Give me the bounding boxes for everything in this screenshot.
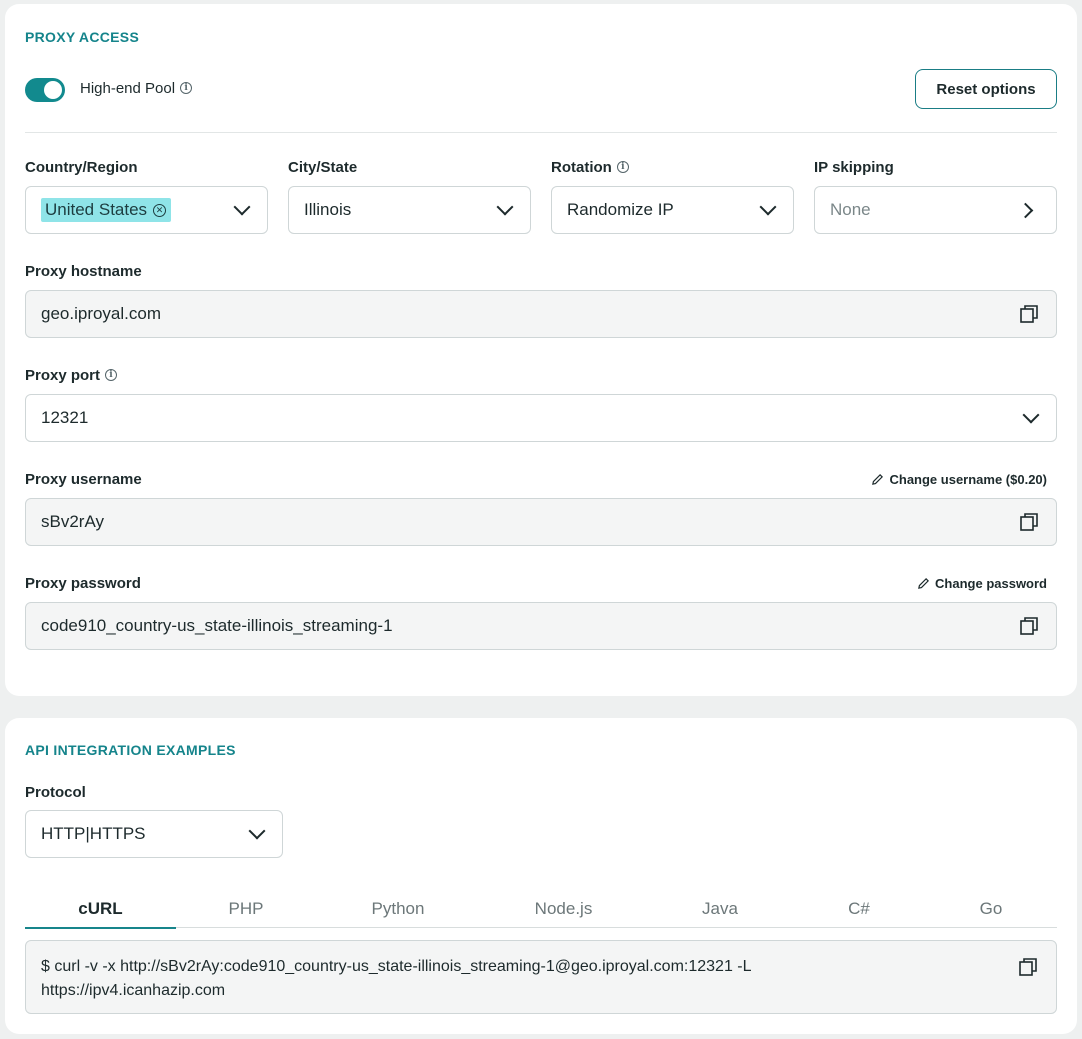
country-region-select[interactable]: United States ✕	[25, 186, 268, 234]
city-state-value: Illinois	[304, 200, 352, 219]
rotation-select[interactable]: Randomize IP	[551, 186, 794, 234]
high-end-pool-toggle[interactable]	[25, 78, 65, 102]
proxy-hostname-field[interactable]: geo.iproyal.com	[25, 290, 1057, 338]
proxy-port-label: Proxy port i	[25, 367, 118, 384]
rotation-label-text: Rotation	[551, 159, 612, 176]
high-end-pool-label: High-end Pool i	[80, 80, 193, 97]
change-password-link[interactable]: Change password	[917, 576, 1047, 591]
pencil-icon	[918, 578, 930, 589]
info-icon[interactable]: i	[616, 161, 629, 174]
rotation-label: Rotation i	[551, 159, 629, 176]
tab-go[interactable]: Go	[925, 890, 1057, 928]
tab-csharp[interactable]: C#	[793, 890, 925, 928]
code-language-tabs: cURL PHP Python Node.js Java C# Go	[25, 890, 1057, 929]
copy-icon[interactable]	[1019, 616, 1039, 636]
tab-nodejs[interactable]: Node.js	[480, 890, 647, 928]
rotation-value: Randomize IP	[567, 200, 674, 219]
proxy-username-label: Proxy username	[25, 471, 142, 488]
ip-skipping-placeholder: None	[830, 200, 871, 219]
protocol-label: Protocol	[25, 784, 86, 801]
proxy-port-select[interactable]: 12321	[25, 394, 1057, 442]
proxy-port-label-text: Proxy port	[25, 367, 101, 384]
copy-icon[interactable]	[1019, 512, 1039, 532]
proxy-port-value: 12321	[41, 408, 89, 427]
change-password-text: Change password	[935, 576, 1047, 591]
chevron-down-icon	[233, 198, 251, 216]
copy-icon[interactable]	[1018, 957, 1038, 977]
ip-skipping-label: IP skipping	[814, 159, 894, 176]
proxy-password-field[interactable]: code910_country-us_state-illinois_stream…	[25, 602, 1057, 650]
chevron-down-icon	[248, 822, 266, 840]
chevron-down-icon	[759, 198, 777, 216]
reset-options-button[interactable]: Reset options	[915, 69, 1057, 109]
divider	[25, 132, 1057, 133]
proxy-hostname-value: geo.iproyal.com	[41, 304, 162, 323]
info-icon[interactable]: i	[180, 82, 193, 95]
city-state-label: City/State	[288, 159, 358, 176]
protocol-value: HTTP|HTTPS	[41, 824, 146, 843]
change-username-text: Change username ($0.20)	[889, 472, 1047, 487]
tab-curl[interactable]: cURL	[25, 890, 176, 929]
tab-php[interactable]: PHP	[176, 890, 316, 928]
proxy-password-value: code910_country-us_state-illinois_stream…	[41, 616, 393, 635]
chevron-down-icon	[496, 198, 514, 216]
chevron-down-icon	[1022, 406, 1040, 424]
api-integration-card: API INTEGRATION EXAMPLES Protocol HTTP|H…	[5, 718, 1077, 1034]
proxy-access-card: PROXY ACCESS High-end Pool i Reset option…	[5, 4, 1077, 696]
chip-remove-icon[interactable]: ✕	[153, 203, 167, 217]
code-example-box[interactable]: $ curl -v -x http://sBv2rAy:code910_coun…	[25, 940, 1057, 1014]
country-chip-wrap: United States ✕	[41, 198, 236, 222]
pencil-icon	[872, 474, 884, 485]
city-state-select[interactable]: Illinois	[288, 186, 531, 234]
copy-icon[interactable]	[1019, 304, 1039, 324]
change-username-link[interactable]: Change username ($0.20)	[871, 472, 1047, 487]
toggle-label-text: High-end Pool	[80, 80, 176, 97]
country-region-label: Country/Region	[25, 159, 138, 176]
country-chip: United States ✕	[41, 198, 172, 222]
country-chip-text: United States	[45, 200, 148, 219]
tab-java[interactable]: Java	[647, 890, 793, 928]
protocol-select[interactable]: HTTP|HTTPS	[25, 810, 283, 858]
proxy-username-field[interactable]: sBv2rAy	[25, 498, 1057, 546]
tab-python[interactable]: Python	[316, 890, 480, 928]
proxy-username-value: sBv2rAy	[41, 512, 104, 531]
proxy-password-label: Proxy password	[25, 575, 141, 592]
toggle-knob	[44, 81, 62, 99]
info-icon[interactable]: i	[105, 369, 118, 382]
chevron-right-icon	[1017, 202, 1034, 218]
code-line-2: https://ipv4.icanhazip.com	[41, 982, 226, 999]
ip-skipping-field[interactable]: None	[814, 186, 1057, 234]
proxy-hostname-label: Proxy hostname	[25, 263, 142, 280]
section-title-api-examples: API INTEGRATION EXAMPLES	[25, 742, 236, 758]
section-title-proxy-access: PROXY ACCESS	[25, 29, 140, 45]
code-line-1: $ curl -v -x http://sBv2rAy:code910_coun…	[41, 958, 752, 975]
